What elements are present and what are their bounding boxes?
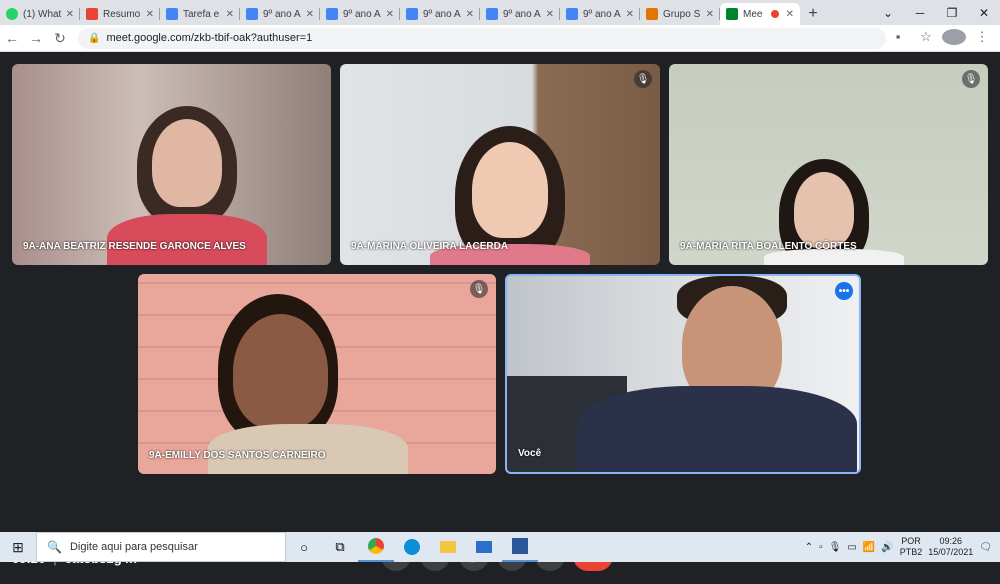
participant-name: 9A-ANA BEATRIZ RESENDE GARONCE ALVES — [23, 241, 246, 252]
participant-face — [152, 119, 222, 207]
taskbar-clock[interactable]: 09:26 15/07/2021 — [928, 536, 973, 558]
participant-name: Você — [518, 448, 542, 459]
close-tab-icon[interactable]: ✕ — [626, 9, 634, 20]
forward-icon[interactable]: → — [24, 30, 48, 46]
close-tab-icon[interactable]: ✕ — [306, 9, 314, 20]
reload-icon[interactable]: ↻ — [48, 30, 72, 47]
muted-mic-icon: 🎙 — [962, 70, 980, 88]
whatsapp-icon — [6, 8, 18, 20]
participant-face — [472, 142, 548, 238]
show-hidden-icons[interactable]: ⌃ — [805, 542, 813, 553]
participant-name: 9A-EMILLY DOS SANTOS CARNEIRO — [149, 450, 326, 461]
search-placeholder: Digite aqui para pesquisar — [69, 541, 198, 553]
browser-tab-strip: (1) What ✕ Resumo ✕ Tarefa e ✕ 9º ano A ✕ 9º… — [0, 0, 1000, 25]
mail-icon[interactable] — [466, 532, 502, 562]
participant-tile[interactable]: 🎙 9A-MARIA RITA BOALENTO CÔRTES — [669, 64, 988, 265]
search-icon: 🔍 — [47, 540, 62, 554]
participant-shirt — [107, 214, 267, 265]
close-window-button[interactable]: ✕ — [968, 0, 1000, 25]
word-icon[interactable] — [502, 532, 538, 562]
browser-tab[interactable]: 9º ano A ✕ — [320, 3, 400, 25]
recording-dot-icon — [770, 10, 779, 18]
classroom-icon — [566, 8, 578, 20]
participant-name: 9A-MARIA RITA BOALENTO CÔRTES — [680, 241, 857, 252]
classroom-icon — [166, 8, 178, 20]
tab-search-icon[interactable]: ⌄ — [872, 0, 904, 25]
language-indicator[interactable]: POR PTB2 — [900, 536, 923, 558]
mic-tray-icon[interactable]: 🎙 — [829, 542, 842, 553]
url-text: meet.google.com/zkb-tbif-oak?authuser=1 — [106, 32, 313, 44]
close-tab-icon[interactable]: ✕ — [146, 9, 154, 20]
participant-tile[interactable]: 9A-ANA BEATRIZ RESENDE GARONCE ALVES — [12, 64, 331, 265]
chrome-icon[interactable] — [358, 532, 394, 562]
participant-shirt — [577, 386, 857, 472]
volume-icon[interactable]: 🔊 — [881, 542, 893, 553]
close-tab-icon[interactable]: ✕ — [226, 9, 234, 20]
maximize-button[interactable]: ❐ — [936, 0, 968, 25]
more-options-icon[interactable]: ••• — [835, 282, 853, 300]
meet-icon — [726, 8, 738, 20]
url-bar[interactable]: 🔒 meet.google.com/zkb-tbif-oak?authuser=… — [78, 27, 886, 49]
close-tab-icon[interactable]: ✕ — [66, 9, 74, 20]
self-tile[interactable]: ••• Você — [505, 274, 861, 474]
camera-permission-icon[interactable]: ▪ — [886, 29, 910, 48]
participant-face — [794, 172, 854, 248]
classroom-icon — [406, 8, 418, 20]
system-tray: ⌃ ▫ 🎙 ▭ 📶 🔊 POR PTB2 09:26 15/07/2021 🗨 — [805, 536, 1000, 558]
edge-icon[interactable] — [394, 532, 430, 562]
browser-tab[interactable]: Tarefa e ✕ — [160, 3, 240, 25]
close-tab-icon[interactable]: ✕ — [546, 9, 554, 20]
address-toolbar: ← → ↻ 🔒 meet.google.com/zkb-tbif-oak?aut… — [0, 25, 1000, 52]
close-tab-icon[interactable]: ✕ — [386, 9, 394, 20]
browser-tab-active[interactable]: Mee ✕ — [720, 3, 800, 25]
browser-tab[interactable]: (1) What ✕ — [0, 3, 80, 25]
bookmark-star-icon[interactable]: ☆ — [914, 29, 938, 48]
close-tab-icon[interactable]: ✕ — [466, 9, 474, 20]
windows-start-icon[interactable]: ⊞ — [0, 539, 36, 556]
browser-tab[interactable]: 9º ano A ✕ — [240, 3, 320, 25]
participant-name: 9A-MARINA OLIVEIRA LACERDA — [351, 241, 509, 252]
muted-mic-icon: 🎙 — [470, 280, 488, 298]
new-tab-button[interactable]: + — [800, 3, 826, 25]
file-explorer-icon[interactable] — [430, 532, 466, 562]
cortana-icon[interactable]: ○ — [286, 532, 322, 562]
windows-taskbar: ⊞ 🔍 Digite aqui para pesquisar ○ ⧉ ⌃ ▫ 🎙… — [0, 532, 1000, 562]
lock-icon: 🔒 — [88, 32, 101, 44]
notifications-icon[interactable]: 🗨 — [979, 542, 992, 553]
browser-tab[interactable]: 9º ano A ✕ — [480, 3, 560, 25]
battery-icon[interactable]: ▭ — [847, 542, 856, 553]
task-view-icon[interactable]: ⧉ — [322, 532, 358, 562]
browser-tab[interactable]: 9º ano A ✕ — [560, 3, 640, 25]
browser-menu-icon[interactable]: ⋮ — [970, 29, 994, 48]
participant-tile[interactable]: 🎙 9A-MARINA OLIVEIRA LACERDA — [340, 64, 660, 265]
browser-tab[interactable]: Grupo S ✕ — [640, 3, 720, 25]
classroom-icon — [246, 8, 258, 20]
participant-face — [233, 314, 328, 429]
classroom-icon — [326, 8, 338, 20]
close-tab-icon[interactable]: ✕ — [706, 9, 714, 20]
wifi-icon[interactable]: 📶 — [863, 542, 875, 553]
window-controls: ⌄ ─ ❐ ✕ — [872, 0, 1000, 25]
classroom-icon — [646, 8, 658, 20]
browser-tab[interactable]: 9º ano A ✕ — [400, 3, 480, 25]
profile-avatar[interactable] — [942, 28, 966, 48]
gmail-icon — [86, 8, 98, 20]
taskbar-search-box[interactable]: 🔍 Digite aqui para pesquisar — [36, 532, 286, 562]
back-icon[interactable]: ← — [0, 30, 24, 46]
meet-camera-tray-icon[interactable]: ▫ — [819, 542, 823, 553]
participant-shirt — [208, 424, 408, 474]
meet-stage: 9A-ANA BEATRIZ RESENDE GARONCE ALVES 🎙 9… — [0, 52, 1000, 584]
minimize-button[interactable]: ─ — [904, 0, 936, 25]
classroom-icon — [486, 8, 498, 20]
participant-tile[interactable]: 🎙 9A-EMILLY DOS SANTOS CARNEIRO — [138, 274, 496, 474]
close-tab-icon[interactable]: ✕ — [786, 9, 794, 20]
browser-tab[interactable]: Resumo ✕ — [80, 3, 160, 25]
muted-mic-icon: 🎙 — [634, 70, 652, 88]
